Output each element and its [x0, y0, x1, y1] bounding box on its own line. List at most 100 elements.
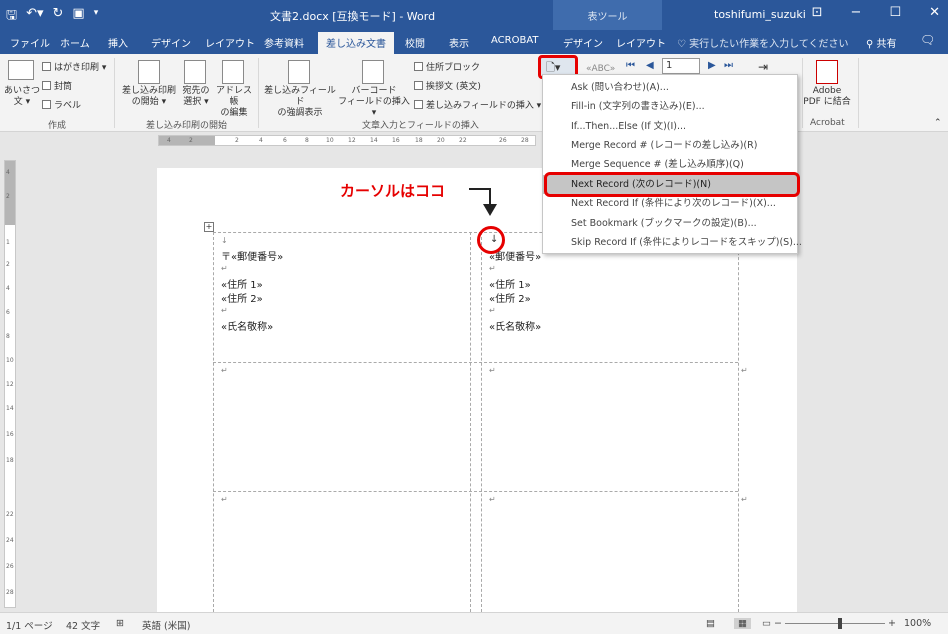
read-mode-icon[interactable]: ▤ — [706, 618, 715, 629]
tab-file[interactable]: ファイル — [10, 35, 50, 50]
select-recipients-icon — [184, 60, 206, 84]
zoom-slider-thumb[interactable] — [838, 618, 842, 629]
select-recipients-button[interactable]: 宛先の 選択 ▾ — [178, 86, 214, 108]
insert-merge-field-button[interactable]: 差し込みフィールドの挿入 ▾ — [414, 98, 541, 111]
save-icon[interactable]: 🖫 — [6, 6, 17, 28]
ruler-tick: 4 — [167, 137, 171, 144]
tab-insert[interactable]: 挿入 — [108, 35, 128, 50]
share-button[interactable]: ⚲ 共有 — [866, 35, 897, 50]
adobe-pdf-label-1: Adobe — [812, 86, 842, 96]
merge-field-name[interactable]: «氏名敬称» — [489, 318, 541, 333]
zoom-slider[interactable] — [785, 623, 885, 624]
zoom-in-button[interactable]: + — [888, 618, 896, 629]
tab-references[interactable]: 参考資料 — [264, 35, 304, 50]
group-label-start-merge: 差し込み印刷の開始 — [146, 121, 228, 131]
tab-view[interactable]: 表示 — [449, 35, 469, 50]
hagaki-button[interactable]: はがき印刷 ▾ — [42, 60, 106, 73]
undo-icon[interactable]: ↶▾ — [26, 6, 43, 28]
greeting-button[interactable]: あいさつ文 ▾ — [4, 86, 40, 108]
barcode-button[interactable]: バーコード フィールドの挿入 ▾ — [336, 86, 412, 119]
table-move-handle[interactable]: + — [204, 222, 214, 232]
merge-field-name[interactable]: «氏名敬称» — [221, 318, 273, 333]
word-count[interactable]: 42 文字 — [66, 618, 100, 632]
proofing-icon[interactable]: ⊞ — [116, 618, 124, 629]
preview-results-icon[interactable]: «ABC» — [586, 64, 615, 74]
menu-item-set-bookmark[interactable]: Set Bookmark (ブックマークの設定)(B)... — [543, 214, 797, 233]
language-status[interactable]: 英語 (米国) — [142, 618, 190, 632]
start-merge-button[interactable]: 差し込み印刷 の開始 ▾ — [118, 86, 180, 108]
page-count[interactable]: 1/1 ページ — [6, 618, 53, 632]
ruler-tick: 22 — [459, 137, 467, 144]
address-block-button[interactable]: 住所ブロック — [414, 60, 480, 73]
merge-field-address2[interactable]: «住所 2» — [489, 290, 531, 305]
merge-field-address2[interactable]: «住所 2» — [221, 290, 263, 305]
ruler-tick: 24 — [6, 537, 14, 544]
menu-item-fill-in[interactable]: Fill-in (文字列の書き込み)(E)... — [543, 97, 797, 116]
table-border — [213, 491, 738, 492]
paragraph-mark: ↓ — [221, 236, 228, 245]
table-border — [738, 232, 739, 612]
adobe-pdf-merge-button[interactable]: Adobe PDF に結合 — [798, 86, 856, 108]
lightbulb-icon: ♡ — [677, 39, 690, 50]
zoom-level[interactable]: 100% — [904, 618, 931, 629]
customize-icon[interactable]: ▾ — [94, 6, 99, 28]
record-number-input[interactable]: 1 — [662, 58, 700, 74]
collapse-ribbon-icon[interactable]: ⌃ — [934, 118, 942, 128]
highlight-fields-button[interactable]: 差し込みフィールド の強調表示 — [262, 86, 338, 119]
merge-field-address1[interactable]: «住所 1» — [221, 276, 263, 291]
tab-table-design[interactable]: デザイン — [563, 35, 603, 50]
edit-recipients-button[interactable]: アドレス帳 の編集 — [213, 86, 255, 119]
web-layout-icon[interactable]: ▭ — [762, 618, 771, 629]
merge-field-address1[interactable]: «住所 1» — [489, 276, 531, 291]
print-layout-icon[interactable]: ▦ — [734, 618, 751, 629]
ribbon-display-icon[interactable]: ⊡ — [812, 5, 823, 20]
ruler-tick: 8 — [305, 137, 309, 144]
ribbon-tab-bar: ファイル ホーム 挿入 デザイン レイアウト 参考資料 差し込み文書 校閲 表示… — [0, 30, 948, 54]
zoom-out-button[interactable]: − — [774, 618, 782, 629]
tab-acrobat[interactable]: ACROBAT — [491, 35, 539, 46]
menu-item-merge-record[interactable]: Merge Record # (レコードの差し込み)(R) — [543, 136, 797, 155]
greeting-line-button[interactable]: 挨拶文 (英文) — [414, 79, 481, 92]
vertical-ruler[interactable]: 4 2 1 2 4 6 8 10 12 14 16 18 22 24 26 28 — [4, 160, 16, 608]
menu-item-if-then-else[interactable]: If...Then...Else (If 文)(I)... — [543, 117, 797, 136]
last-record-icon[interactable]: ⏭ — [724, 60, 733, 71]
greeting-line-label: 挨拶文 (英文) — [426, 82, 481, 92]
table-border — [213, 362, 738, 363]
envelope-button[interactable]: 封筒 — [42, 79, 72, 92]
menu-item-skip-record-if[interactable]: Skip Record If (条件によりレコードをスキップ)(S)... — [543, 233, 802, 252]
ruler-tick: 26 — [499, 137, 507, 144]
greeting-line-icon — [414, 81, 423, 90]
edit-recipients-label-1: アドレス帳 — [215, 86, 252, 107]
next-record-icon[interactable]: ▶ — [708, 60, 716, 71]
previous-record-icon[interactable]: ◀ — [646, 60, 654, 71]
comment-icon[interactable]: 🗨 — [920, 33, 935, 47]
tab-review[interactable]: 校閲 — [405, 35, 425, 50]
ruler-tick: 8 — [6, 333, 10, 340]
tell-me-box[interactable]: ♡ 実行したい作業を入力してください — [677, 35, 849, 50]
labels-button[interactable]: ラベル — [42, 98, 81, 111]
finish-merge-icon[interactable]: ⇥ — [758, 60, 768, 74]
horizontal-ruler[interactable]: 4 2 2 4 6 8 10 12 14 16 18 20 22 26 28 — [158, 135, 536, 146]
vertical-scrollbar[interactable] — [932, 148, 948, 612]
ruler-tick: 6 — [6, 309, 10, 316]
ruler-tick: 2 — [6, 193, 10, 200]
group-label-acrobat: Acrobat — [810, 118, 845, 128]
first-record-icon[interactable]: ⏮ — [626, 60, 635, 71]
merge-field-postal[interactable]: 〒«郵便番号» — [221, 248, 283, 263]
address-block-icon — [414, 62, 423, 71]
maximize-icon[interactable]: ☐ — [889, 5, 901, 20]
tab-design[interactable]: デザイン — [151, 35, 191, 50]
preview-icon[interactable]: ▣ — [72, 6, 84, 28]
menu-item-ask[interactable]: Ask (問い合わせ)(A)... — [543, 78, 797, 97]
user-name[interactable]: toshifumi_suzuki — [714, 8, 806, 21]
highlight-fields-icon — [288, 60, 310, 84]
redo-icon[interactable]: ↻ — [53, 6, 64, 28]
tab-layout[interactable]: レイアウト — [205, 35, 255, 50]
greeting-card-icon — [8, 60, 34, 80]
close-icon[interactable]: ✕ — [929, 5, 940, 20]
tab-table-layout[interactable]: レイアウト — [616, 35, 666, 50]
minimize-icon[interactable]: − — [851, 5, 862, 20]
person-icon: ⚲ — [866, 39, 877, 50]
tab-mailings[interactable]: 差し込み文書 — [318, 32, 394, 54]
tab-home[interactable]: ホーム — [60, 35, 90, 50]
